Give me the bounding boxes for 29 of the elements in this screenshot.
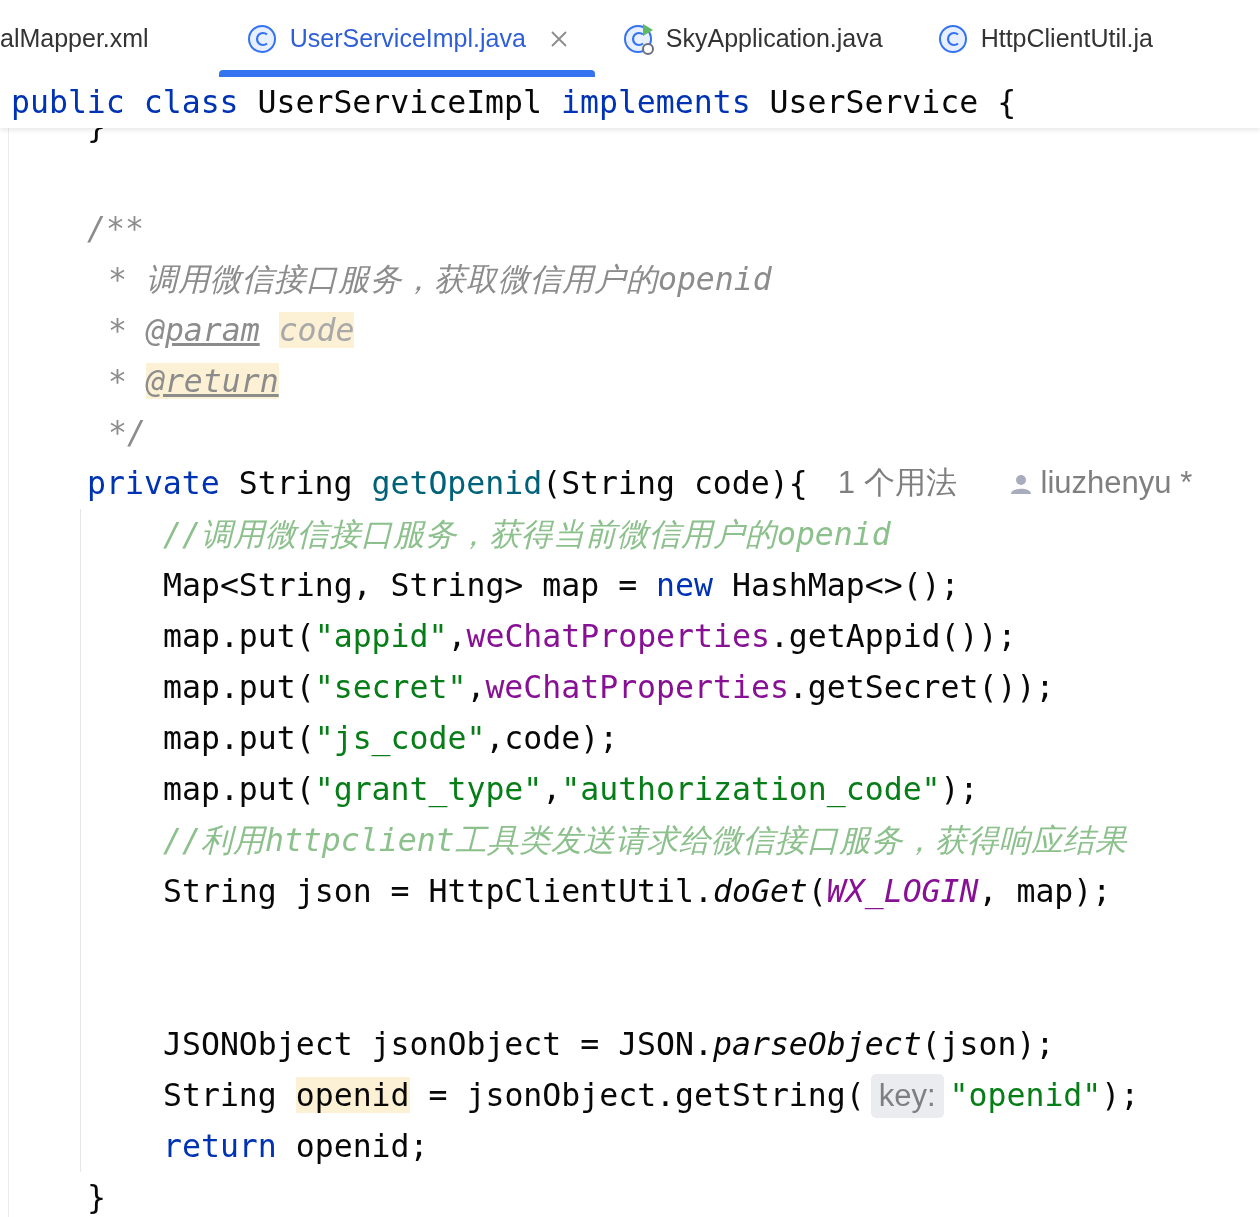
- code-line: String json = HttpClientUtil.doGet(WX_LOGIN, map);: [163, 871, 1112, 912]
- code-line: Map<String, String> map = new HashMap<>();: [163, 565, 960, 605]
- code-line: }: [87, 1177, 106, 1217]
- code-line: map.put("appid",weChatProperties.getAppid());: [163, 616, 1017, 656]
- runnable-class-icon: [621, 21, 656, 56]
- editor-tab[interactable]: SkyApplication.java: [594, 0, 910, 77]
- close-icon[interactable]: [549, 29, 568, 48]
- code-line: * @param code: [108, 310, 355, 350]
- code-line: private String getOpenid(String code){: [87, 463, 808, 503]
- editor-tab[interactable]: alMapper.xml: [0, 0, 219, 77]
- editor-tab[interactable]: UserServiceImpl.java: [218, 0, 595, 77]
- usage-hint[interactable]: 1 个用法: [837, 460, 957, 507]
- code-line: * @return: [108, 361, 279, 401]
- code-line: String openid = jsonObject.getString(: [163, 1075, 865, 1115]
- code-line: /**: [87, 208, 144, 248]
- code-line: map.put("grant_type","authorization_code");: [163, 769, 979, 810]
- code-line: map.put("js_code",code);: [163, 718, 619, 759]
- code-line: map.put("secret",weChatProperties.getSecret());: [163, 667, 1055, 707]
- author-hint[interactable]: liuzhenyu *: [1040, 460, 1193, 507]
- code-line: public class UserServiceImpl implements UserService {: [11, 82, 1017, 122]
- editor-tab[interactable]: HttpClientUtil.ja: [909, 0, 1180, 77]
- code-line: JSONObject jsonObject = JSON.parseObject(json);: [163, 1024, 1055, 1064]
- code-line: return openid;: [163, 1126, 429, 1166]
- code-line: * 调用微信接口服务，获取微信用户的openid: [108, 259, 772, 299]
- code-line: "openid");: [949, 1075, 1140, 1115]
- code-line: */: [108, 412, 146, 452]
- parameter-hint: key:: [870, 1073, 944, 1118]
- code-line: //利用httpclient工具类发送请求给微信接口服务，获得响应结果: [163, 820, 1127, 860]
- code-line: //调用微信接口服务，获得当前微信用户的openid: [163, 514, 891, 554]
